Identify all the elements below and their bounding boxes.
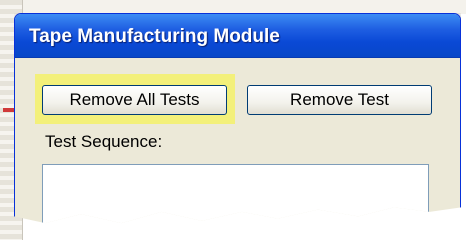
title-bar[interactable]: Tape Manufacturing Module — [15, 14, 460, 58]
remove-all-tests-button[interactable]: Remove All Tests — [42, 85, 227, 115]
test-sequence-label: Test Sequence: — [45, 132, 163, 151]
tape-manufacturing-window: Tape Manufacturing Module Remove All Tes… — [14, 13, 461, 224]
test-sequence-list[interactable] — [42, 164, 429, 224]
remove-test-button[interactable]: Remove Test — [247, 85, 432, 115]
window-title: Tape Manufacturing Module — [29, 26, 280, 47]
background-window — [0, 0, 466, 14]
